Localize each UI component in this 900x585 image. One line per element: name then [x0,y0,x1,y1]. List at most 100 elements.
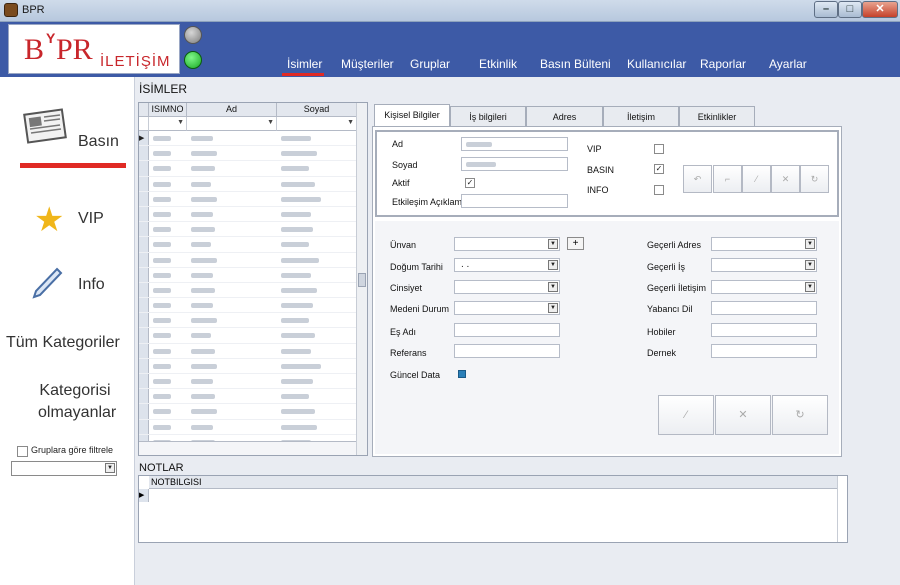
guncel-data-checkbox[interactable] [458,370,466,378]
table-row[interactable] [139,328,357,344]
grid-rows[interactable]: ▶ [139,131,357,450]
row-selector[interactable] [139,343,149,358]
table-row[interactable] [139,404,357,420]
table-row[interactable] [139,191,357,207]
row-selector[interactable]: ▶ [139,131,149,146]
row-selector[interactable] [139,313,149,328]
add-unvan-button[interactable]: + [567,237,584,250]
chevron-down-icon[interactable]: ▼ [105,463,115,473]
cancel-details-button[interactable]: ✕ [715,395,771,435]
notes-scrollbar[interactable] [837,476,847,542]
grid-scrollbar[interactable] [356,103,367,455]
table-row[interactable] [139,389,357,405]
chevron-down-icon[interactable]: ▼ [805,260,815,270]
chevron-down-icon[interactable]: ▼ [548,260,558,270]
info-checkbox[interactable] [654,185,664,195]
tab-iletisim[interactable]: İletişim [603,106,679,127]
chevron-down-icon[interactable]: ▼ [548,239,558,249]
nav-tab-gruplar[interactable]: Gruplar [410,57,450,71]
table-row[interactable] [139,146,357,162]
unvan-select[interactable]: ▼ [454,237,560,251]
refresh-details-button[interactable]: ↻ [772,395,828,435]
row-selector[interactable] [139,267,149,282]
cinsiyet-select[interactable]: ▼ [454,280,560,294]
aktif-checkbox[interactable]: ✓ [465,178,475,188]
table-row[interactable] [139,222,357,238]
table-row[interactable] [139,176,357,192]
table-row[interactable] [139,252,357,268]
row-selector[interactable] [139,191,149,206]
save-button[interactable]: ⁄ [742,165,771,193]
category-vip[interactable]: VIP [78,210,104,228]
chevron-down-icon[interactable]: ▼ [805,239,815,249]
yabanci-dil-field[interactable] [711,301,817,315]
row-selector[interactable] [139,298,149,313]
table-row[interactable]: ▶ [139,131,357,147]
table-row[interactable] [139,343,357,359]
nav-tab-isimler[interactable]: İsimler [287,57,322,71]
filter-isimno[interactable]: ▼ [149,117,187,131]
row-selector[interactable] [139,237,149,252]
row-selector[interactable] [139,176,149,191]
tab-kisisel-bilgiler[interactable]: Kişisel Bilgiler [374,104,450,126]
row-selector[interactable] [139,389,149,404]
filter-soyad[interactable]: ▼ [277,117,357,131]
newspaper-icon[interactable] [20,108,70,144]
new-record-button[interactable]: ↶ [683,165,712,193]
chevron-down-icon[interactable]: ▼ [805,282,815,292]
tab-etkinlikler[interactable]: Etkinlikler [679,106,755,127]
table-row[interactable] [139,161,357,177]
refresh-button[interactable]: ↻ [800,165,829,193]
table-row[interactable] [139,374,357,390]
row-selector[interactable] [139,404,149,419]
filter-ad[interactable]: ▼ [187,117,277,131]
column-header-ad[interactable]: Ad [187,103,277,117]
medeni-durum-select[interactable]: ▼ [454,301,560,315]
row-selector[interactable] [139,374,149,389]
nav-tab-musteriler[interactable]: Müşteriler [341,57,394,71]
table-row[interactable] [139,267,357,283]
soyad-field[interactable] [461,157,568,171]
grid-scroll-thumb[interactable] [358,273,366,287]
maximize-button[interactable]: □ [838,1,862,18]
es-adi-field[interactable] [454,323,560,337]
row-selector[interactable] [139,206,149,222]
nav-tab-kullanicilar[interactable]: Kullanıcılar [627,57,686,71]
column-header-isimno[interactable]: ISIMNO [149,103,187,117]
basin-checkbox[interactable]: ✓ [654,164,664,174]
table-row[interactable] [139,358,357,374]
nav-tab-ayarlar[interactable]: Ayarlar [769,57,807,71]
notes-row-selector[interactable]: ▶ [139,489,149,502]
nav-tab-etkinlik[interactable]: Etkinlik [479,57,517,71]
row-selector[interactable] [139,358,149,373]
group-filter-select[interactable]: ▼ [11,461,117,476]
cancel-button[interactable]: ✕ [771,165,800,193]
row-selector[interactable] [139,222,149,237]
category-info[interactable]: Info [78,276,105,294]
category-tum-kategoriler[interactable]: Tüm Kategoriler [6,334,120,352]
save-details-button[interactable]: ⁄ [658,395,714,435]
nav-tab-raporlar[interactable]: Raporlar [700,57,746,71]
gecerli-iletisim-select[interactable]: ▼ [711,280,817,294]
table-row[interactable] [139,419,357,435]
vip-checkbox[interactable] [654,144,664,154]
nav-tab-basin-bulteni[interactable]: Basın Bülteni [540,57,611,71]
notes-grid[interactable]: NOTBILGISI ▶ [138,475,848,543]
table-row[interactable] [139,298,357,314]
edit-button[interactable]: ⌐ [713,165,742,193]
category-kategorisi-olmayanlar[interactable]: Kategorisi olmayanlar [38,380,116,424]
column-header-soyad[interactable]: Soyad [277,103,357,117]
ad-field[interactable] [461,137,568,151]
group-filter-checkbox[interactable] [17,446,28,457]
row-selector[interactable] [139,328,149,343]
table-row[interactable] [139,206,357,223]
chevron-down-icon[interactable]: ▼ [177,119,184,126]
chevron-down-icon[interactable]: ▼ [347,119,354,126]
gecerli-adres-select[interactable]: ▼ [711,237,817,251]
dogum-tarihi-picker[interactable]: . . ▼ [454,258,560,272]
etkilesim-field[interactable] [461,194,568,208]
category-basin[interactable]: Basın [78,133,119,151]
tab-is-bilgileri[interactable]: İş bilgileri [450,106,526,127]
row-selector[interactable] [139,419,149,434]
hobiler-field[interactable] [711,323,817,337]
